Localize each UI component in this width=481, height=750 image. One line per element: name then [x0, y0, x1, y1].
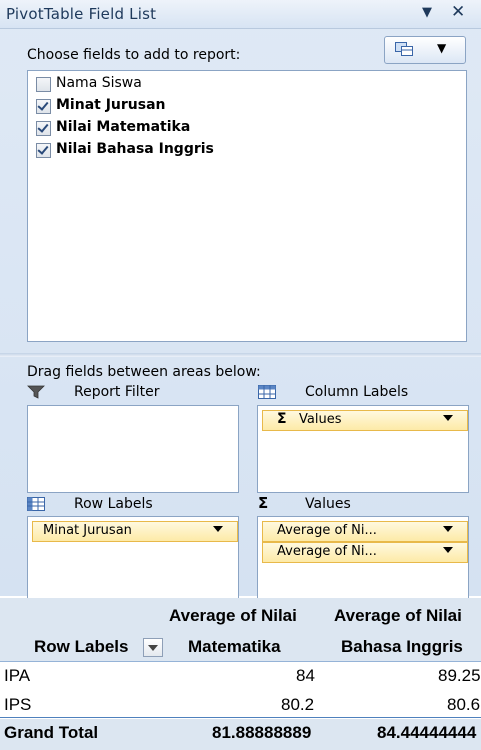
field-list-box[interactable]: Nama Siswa Minat Jurusan Nilai Matematik…	[27, 70, 467, 342]
chip-label: Average of Ni...	[277, 544, 377, 559]
chevron-down-icon[interactable]	[443, 526, 453, 532]
checkbox-unchecked[interactable]	[36, 77, 51, 92]
row-field-chip-minat-jurusan[interactable]: Minat Jurusan	[32, 521, 238, 542]
layout-options-button[interactable]: ▼	[384, 36, 466, 64]
chevron-down-icon[interactable]	[443, 547, 453, 553]
grand-total-label: Grand Total	[4, 723, 99, 742]
grand-total-matematika: 81.88888889	[212, 723, 312, 742]
column-grid-icon	[258, 385, 276, 399]
checkbox-checked[interactable]	[36, 121, 51, 136]
row-labels-drop-area[interactable]: Minat Jurusan	[27, 516, 239, 599]
row-label: IPA	[4, 666, 31, 685]
field-label: Nama Siswa	[56, 75, 142, 91]
values-field-chip[interactable]: Average of Ni...	[262, 542, 468, 563]
field-label: Minat Jurusan	[56, 97, 166, 113]
row-value-matematika: 80.2	[281, 695, 315, 714]
grand-total-bahasa-inggris: 84.44444444	[377, 723, 477, 742]
values-field-chip[interactable]: Average of Ni...	[262, 521, 468, 542]
filter-icon	[27, 385, 45, 399]
checkbox-checked[interactable]	[36, 143, 51, 158]
row-grid-icon	[27, 497, 45, 511]
field-label: Nilai Bahasa Inggris	[56, 141, 214, 157]
report-filter-header: Report Filter	[27, 384, 227, 402]
report-filter-drop-area[interactable]	[27, 405, 239, 493]
header-col2-line2: Bahasa Inggris	[341, 637, 463, 656]
chevron-down-icon: ▼	[437, 41, 447, 55]
checkbox-checked[interactable]	[36, 99, 51, 114]
chip-label: Values	[299, 412, 342, 427]
header-col1-line2: Matematika	[188, 637, 281, 656]
pane-splitter[interactable]	[0, 353, 481, 357]
row-value-matematika: 84	[296, 666, 315, 685]
row-labels-header: Row Labels	[27, 496, 227, 514]
header-col2-line1: Average of Nilai	[334, 606, 462, 625]
values-drop-area[interactable]: Average of Ni... Average of Ni...	[257, 516, 469, 599]
header-divider	[0, 661, 481, 662]
choose-fields-label: Choose fields to add to report:	[27, 47, 241, 63]
values-header: Σ Values	[258, 494, 468, 514]
area-label: Report Filter	[74, 384, 160, 400]
pane-title: PivotTable Field List	[6, 5, 157, 23]
drag-fields-label: Drag fields between areas below:	[27, 364, 261, 380]
row-labels-filter-button[interactable]	[143, 638, 163, 657]
sigma-icon: Σ	[258, 494, 269, 512]
field-layout-icon	[395, 42, 413, 56]
chevron-down-icon[interactable]	[443, 415, 453, 421]
pane-options-dropdown[interactable]: ▼	[422, 5, 432, 20]
row-value-bahasa-inggris: 89.25	[438, 666, 481, 685]
row-value-bahasa-inggris: 80.6	[447, 695, 481, 714]
area-label: Row Labels	[74, 496, 153, 512]
close-icon[interactable]: ✕	[451, 2, 465, 22]
sigma-icon: Σ	[277, 411, 287, 427]
column-labels-drop-area[interactable]: Σ Values	[257, 405, 469, 493]
pane-titlebar: PivotTable Field List ▼ ✕	[0, 0, 481, 29]
chevron-down-icon[interactable]	[213, 526, 223, 532]
header-col1-line1: Average of Nilai	[169, 606, 297, 625]
chip-label: Average of Ni...	[277, 523, 377, 538]
grand-total-row[interactable]: Grand Total 81.88888889 84.44444444	[0, 719, 481, 750]
area-label: Values	[305, 496, 351, 512]
pivot-field-list-pane: PivotTable Field List ▼ ✕ Choose fields …	[0, 0, 481, 599]
grand-total-divider	[0, 717, 481, 718]
chip-label: Minat Jurusan	[43, 523, 132, 538]
row-labels-header-cell: Row Labels	[34, 637, 129, 656]
column-labels-header: Column Labels	[258, 384, 468, 402]
column-field-chip-values[interactable]: Σ Values	[262, 410, 468, 431]
field-label: Nilai Matematika	[56, 119, 191, 135]
row-label: IPS	[4, 695, 32, 714]
area-label: Column Labels	[305, 384, 409, 400]
